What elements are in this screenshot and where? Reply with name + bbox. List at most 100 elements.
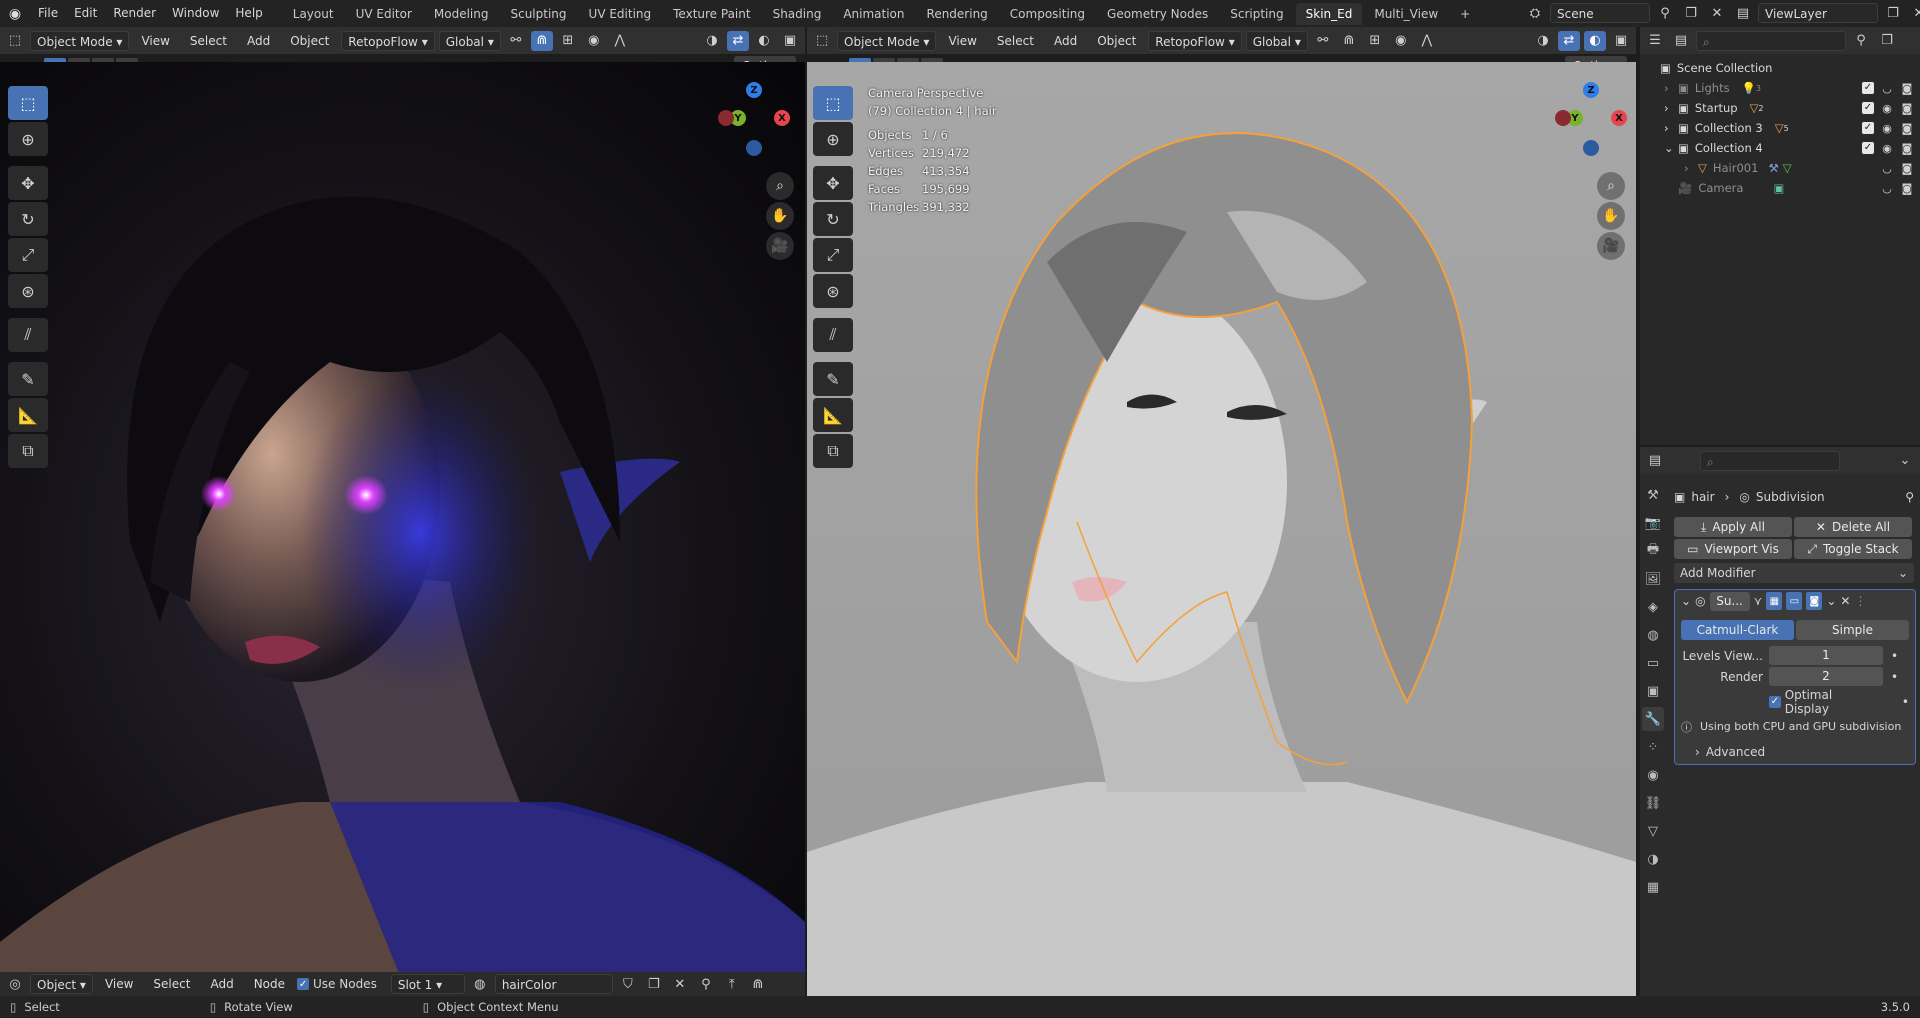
scene-tab-icon[interactable]: ◈ [1642,595,1664,619]
menu-help[interactable]: Help [227,0,270,27]
menu-file[interactable]: File [30,0,66,27]
blender-logo-icon[interactable]: ◉ [0,6,30,22]
unlink-material-icon[interactable]: ✕ [669,974,691,994]
exclude-checkbox[interactable]: ✓ [1862,141,1874,154]
visibility-icon[interactable]: ◑ [701,31,723,51]
annotate-tool-icon-right[interactable]: ✎ [813,362,853,396]
mode-dropdown-right[interactable]: Object Mode ▾ [837,30,937,51]
cage-icon[interactable]: ▦ [1766,592,1783,610]
tab-sculpting[interactable]: Sculpting [500,3,576,25]
viewport-vis-button[interactable]: ▭ Viewport Vis [1674,539,1792,559]
cursor-tool-icon[interactable]: ⊕ [8,122,48,156]
texture-tab-icon[interactable]: ▦ [1642,875,1664,899]
menu-edit[interactable]: Edit [66,0,105,27]
annotate-line-tool-icon[interactable]: ⫽ [8,318,48,352]
new-layer-icon[interactable]: ❐ [1882,3,1904,23]
object-tab-icon[interactable]: ▣ [1642,679,1664,703]
physics-tab-icon[interactable]: ◉ [1642,763,1664,787]
axis-z-icon[interactable]: Z [746,82,762,98]
eye-icon[interactable]: ◉ [1880,102,1894,115]
expand-arrow-icon[interactable]: › [1664,101,1678,115]
camera-view-icon[interactable]: 🎥 [766,232,794,260]
expand-arrow-icon[interactable]: › [1664,81,1678,95]
pivot-icon[interactable]: ⚯ [505,31,527,51]
drag-handle-icon[interactable]: ⋮ [1854,594,1866,608]
new-collection-icon[interactable]: ❐ [1876,31,1898,51]
tab-layout[interactable]: Layout [283,3,344,25]
navigation-gizmo-right[interactable]: Z X Y [1549,82,1629,162]
eye-hidden-icon[interactable]: ◡ [1880,182,1894,195]
select-box-tool-icon-right[interactable]: ⬚ [813,86,853,120]
tab-compositing[interactable]: Compositing [1000,3,1095,25]
parent-node-icon[interactable]: ⤒ [721,974,743,994]
zoom-icon-right[interactable]: ⌕ [1597,172,1625,200]
camera-render-icon[interactable]: ◙ [1900,182,1914,195]
modifier-name-field[interactable]: Su... [1709,591,1750,611]
move-tool-icon[interactable]: ✥ [8,166,48,200]
gizmo-icon-right[interactable]: ⇄ [1558,30,1580,51]
optimal-display-checkbox[interactable]: ✓ [1769,695,1781,708]
display-mode-icon[interactable]: ▤ [1670,31,1692,51]
eye-hidden-icon[interactable]: ◡ [1880,82,1894,95]
overlay-icon[interactable]: ◐ [753,31,775,51]
exclude-checkbox[interactable]: ✓ [1862,101,1874,114]
exclude-checkbox[interactable]: ✓ [1862,121,1874,134]
tab-animation[interactable]: Animation [833,3,914,25]
fake-user-icon[interactable]: ⛉ [617,974,639,994]
outliner-editor-icon[interactable]: ☰ [1644,31,1666,51]
apply-all-button[interactable]: ⤓ Apply All [1674,517,1792,537]
menu-object[interactable]: Object [282,31,337,51]
tab-modeling[interactable]: Modeling [424,3,499,25]
camera-render-icon[interactable]: ◙ [1900,162,1914,175]
node-object-dropdown[interactable]: Object ▾ [30,974,93,994]
node-menu-view[interactable]: View [97,974,141,994]
tab-skin-ed[interactable]: Skin_Ed [1295,2,1363,25]
new-scene-icon[interactable]: ❐ [1680,3,1702,23]
camera-render-icon[interactable]: ◙ [1900,82,1914,95]
exclude-checkbox[interactable]: ✓ [1862,81,1874,94]
outliner-item-collection-4[interactable]: ⌄ ▣ Collection 4 ✓ ◉ ◙ [1640,138,1920,158]
camera-render-icon[interactable]: ◙ [1900,122,1914,135]
pin-node-icon[interactable]: ⚲ [695,974,717,994]
outliner-item-hair001[interactable]: › ▽ Hair001 ⚒ ▽ ◡ ◙ [1640,158,1920,178]
tab-geometry-nodes[interactable]: Geometry Nodes [1097,3,1218,25]
axis-neg-z-icon[interactable] [746,140,762,156]
tab-multi-view[interactable]: Multi_View [1364,3,1448,25]
node-menu-select[interactable]: Select [145,974,198,994]
proportional-icon[interactable]: ◉ [583,31,605,51]
camera-view-icon-right[interactable]: 🎥 [1597,232,1625,260]
move-tool-icon-right[interactable]: ✥ [813,166,853,200]
visibility-icon-right[interactable]: ◑ [1532,31,1554,51]
editor-type-icon[interactable]: ⬚ [4,31,26,51]
orientation-dropdown-right[interactable]: Global ▾ [1245,30,1308,51]
render-icon[interactable]: ◙ [1806,592,1823,610]
filter-icon[interactable]: ⚲ [1850,31,1872,51]
viewlayer-icon[interactable]: ▤ [1732,3,1754,23]
properties-search-input[interactable]: ⌕ [1700,450,1840,471]
realtime-icon[interactable]: ▭ [1786,592,1803,610]
pan-hand-icon[interactable]: ✋ [766,202,794,230]
collapse-modifier-icon[interactable]: ⌄ [1681,594,1691,608]
menu-window[interactable]: Window [164,0,227,27]
snap-node-icon[interactable]: ⋒ [747,974,769,994]
menu-add[interactable]: Add [239,31,278,51]
node-menu-node[interactable]: Node [246,974,293,994]
menu-select-right[interactable]: Select [989,31,1042,51]
scene-icon[interactable]: ⛭ [1524,3,1546,23]
eye-hidden-icon[interactable]: ◡ [1880,162,1894,175]
orientation-dropdown[interactable]: Global ▾ [438,30,501,51]
collapse-arrow-icon[interactable]: ⌄ [1664,141,1678,155]
data-tab-icon[interactable]: ▽ [1642,819,1664,843]
output-tab-icon[interactable]: 🖶 [1642,539,1664,563]
world-tab-icon[interactable]: ◍ [1642,623,1664,647]
view-layer-name[interactable]: ViewLayer [1758,3,1878,23]
navigation-gizmo-left[interactable]: Z X Y [712,82,792,162]
snap-icon-right[interactable]: ⋒ [1338,31,1360,51]
add-workspace-icon[interactable]: + [1450,3,1480,25]
outliner-item-lights[interactable]: › ▣ Lights 💡 3 ✓ ◡ ◙ [1640,78,1920,98]
advanced-subpanel[interactable]: › Advanced [1695,742,1909,761]
keyframe-dot-icon[interactable]: • [1891,670,1898,684]
close-scene-icon[interactable]: ✕ [1706,3,1728,23]
simple-button[interactable]: Simple [1796,620,1909,640]
pin-properties-icon[interactable]: ⚲ [1905,490,1914,504]
